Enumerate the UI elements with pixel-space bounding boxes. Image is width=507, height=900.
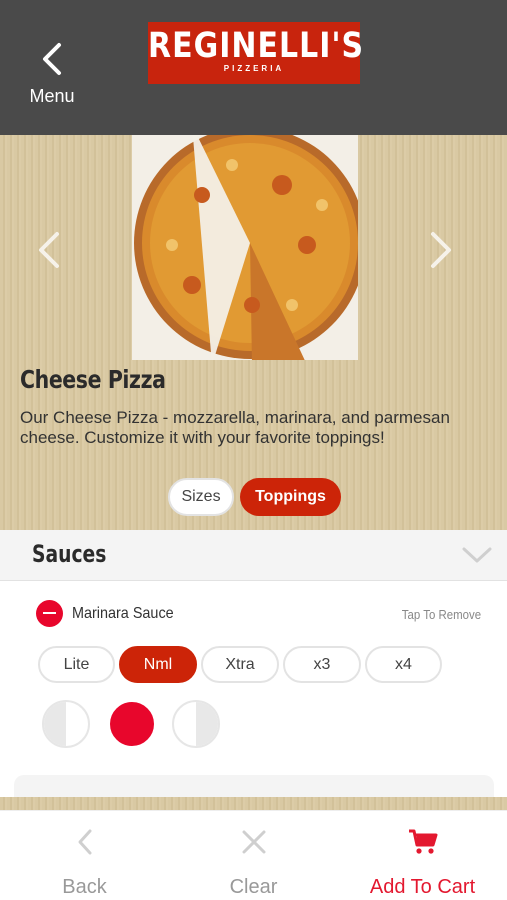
sauce-option-row: Marinara Sauce Tap To Remove [0, 582, 507, 642]
remove-sauce-button[interactable] [36, 600, 63, 627]
clear-button[interactable]: Clear [169, 811, 338, 900]
item-hero: Cheese Pizza Our Cheese Pizza - mozzarel… [0, 135, 507, 530]
tab-toppings[interactable]: Toppings [240, 478, 341, 516]
amount-lite-button[interactable]: Lite [38, 646, 115, 683]
item-description: Our Cheese Pizza - mozzarella, marinara,… [20, 408, 450, 447]
tab-sizes[interactable]: Sizes [168, 478, 234, 516]
clear-label: Clear [229, 876, 278, 898]
sauces-section-header[interactable]: Sauces [0, 530, 507, 581]
cart-icon [408, 829, 437, 854]
brand-logo: REGINELLI'S PIZZERIA [148, 22, 365, 84]
close-icon [242, 830, 265, 854]
add-to-cart-label: Add To Cart [369, 876, 476, 898]
back-to-menu-button[interactable]: Menu [22, 38, 82, 108]
whole-portion-icon[interactable] [108, 700, 156, 748]
right-half-portion-icon[interactable] [172, 700, 220, 748]
add-to-cart-button[interactable]: Add To Cart [338, 811, 507, 900]
amount-x4-button[interactable]: x4 [365, 646, 442, 683]
wood-background-strip [0, 797, 507, 811]
amount-extra-button[interactable]: Xtra [201, 646, 279, 683]
next-item-arrow[interactable] [428, 230, 454, 270]
chevron-down-icon[interactable] [462, 546, 492, 564]
sauce-name: Marinara Sauce [72, 605, 174, 622]
previous-item-arrow[interactable] [36, 230, 62, 270]
item-title: Cheese Pizza [20, 365, 166, 394]
pizza-photo [132, 135, 358, 360]
amount-normal-button[interactable]: Nml [119, 646, 197, 683]
app-header: Menu REGINELLI'S PIZZERIA [0, 0, 507, 135]
left-half-portion-icon[interactable] [42, 700, 90, 748]
chevron-left-icon [43, 43, 61, 75]
amount-x3-button[interactable]: x3 [283, 646, 361, 683]
tap-to-remove-hint: Tap To Remove [401, 607, 481, 622]
back-button[interactable]: Back [0, 811, 169, 900]
section-title: Sauces [32, 540, 107, 568]
bottom-action-bar: Back Clear Add To Cart [0, 810, 507, 900]
chevron-left-icon [78, 829, 91, 855]
logo-text: REGINELLI'S [148, 25, 365, 67]
back-label: Back [62, 876, 107, 898]
back-menu-label: Menu [29, 86, 75, 106]
